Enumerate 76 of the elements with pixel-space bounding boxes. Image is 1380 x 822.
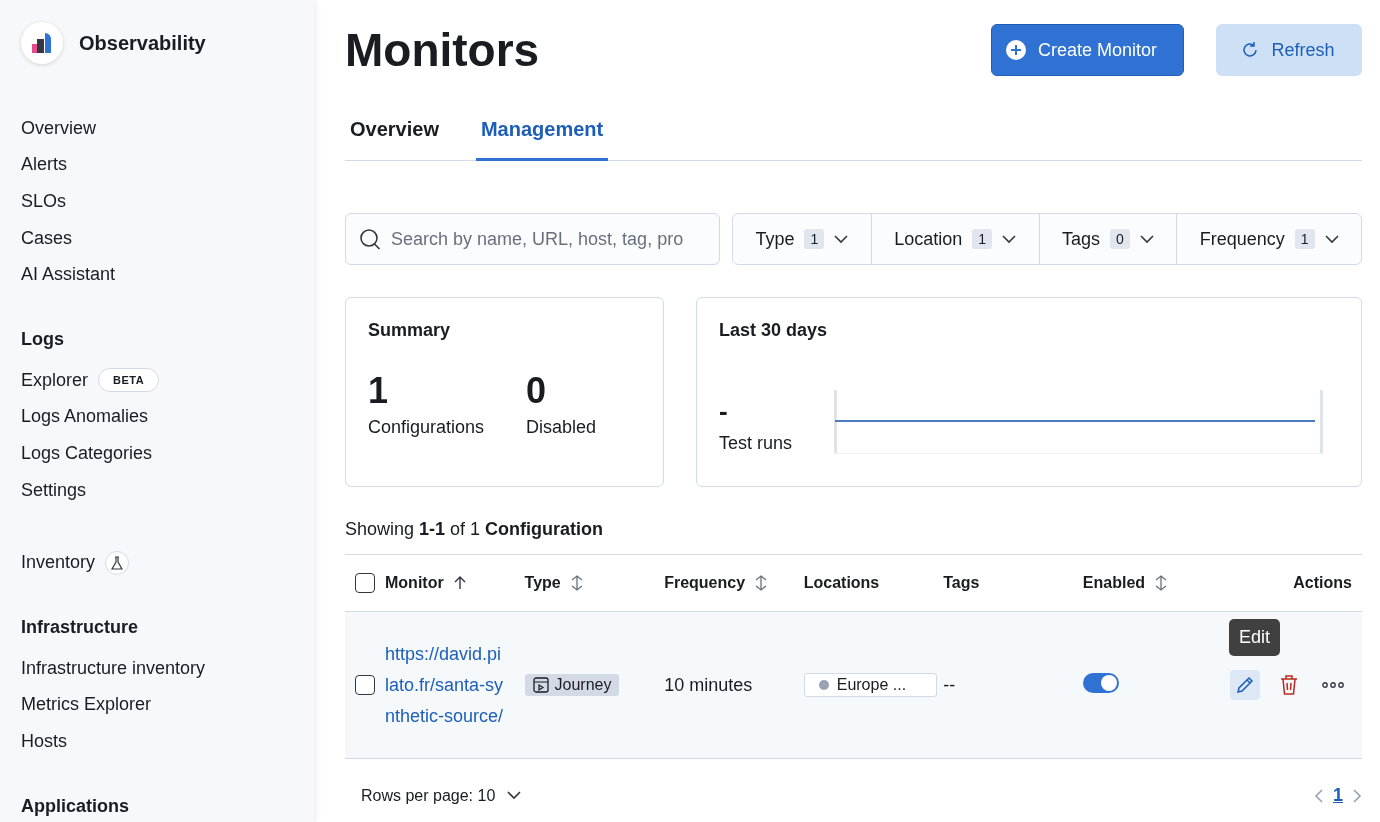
filter-dropdown[interactable]: Frequency 1 <box>1176 214 1361 264</box>
nav-section-title: Applications <box>21 795 130 817</box>
chevron-down-icon <box>1139 234 1154 244</box>
page-link[interactable]: 1 <box>1333 785 1343 806</box>
tab[interactable]: Management <box>475 100 609 161</box>
results-count: Showing 1-1 of 1 Configuration <box>345 519 605 540</box>
sort-icon[interactable] <box>1155 575 1168 591</box>
nav-item[interactable]: Inventory <box>21 552 96 574</box>
column-header: Tags <box>943 574 980 592</box>
filter-count: 1 <box>804 229 825 249</box>
sort-icon[interactable] <box>570 575 583 591</box>
stat-label: Configurations <box>368 416 486 438</box>
location-badge: Europe ... <box>803 673 938 697</box>
stat-value: 1 <box>368 371 390 411</box>
tags-cell-text: -- <box>943 674 957 696</box>
select-all-checkbox[interactable] <box>355 573 375 593</box>
plus-circle-icon <box>1006 40 1026 60</box>
chevron-right-icon[interactable] <box>1353 788 1362 803</box>
row-checkbox[interactable] <box>355 675 375 695</box>
browser-icon <box>532 676 549 693</box>
nav-item[interactable]: Cases <box>21 227 73 249</box>
column-header: Locations <box>803 574 880 592</box>
rows-per-page-dropdown[interactable]: Rows per page: 10 <box>355 785 528 806</box>
column-header[interactable]: Type <box>524 574 561 592</box>
pencil-icon[interactable] <box>1230 670 1260 700</box>
card-title: Summary <box>368 320 452 341</box>
refresh-icon <box>1241 41 1260 59</box>
chevron-down-icon <box>1002 234 1017 244</box>
nav-section-title: Infrastructure <box>21 616 140 638</box>
tab[interactable]: Overview <box>345 100 444 161</box>
nav-item[interactable]: Overview <box>21 117 96 139</box>
nav-item[interactable]: AI Assistant <box>21 264 116 286</box>
chevron-down-icon <box>507 791 522 800</box>
column-header: Actions <box>1293 574 1352 592</box>
chevron-down-icon <box>834 234 849 244</box>
filter-count: 1 <box>1294 229 1315 249</box>
card-title: Last 30 days <box>719 320 829 341</box>
sort-ascending-icon[interactable] <box>453 576 466 590</box>
nav-item[interactable]: Alerts <box>21 154 67 176</box>
stat-label: Disabled <box>526 416 598 438</box>
tooltip: Edit <box>1228 619 1280 656</box>
type-badge: Journey <box>524 673 620 696</box>
nav-item[interactable]: Infrastructure inventory <box>21 657 206 679</box>
nav-item[interactable]: Explorer <box>21 369 89 391</box>
create-monitor-button[interactable]: Create Monitor <box>991 24 1184 76</box>
nav-item[interactable]: Logs Anomalies <box>21 406 149 428</box>
enabled-toggle[interactable] <box>1082 673 1119 693</box>
flask-icon <box>105 550 130 575</box>
frequency-cell-text: 10 minutes <box>664 674 754 696</box>
nav-item[interactable]: Logs Categories <box>21 442 153 464</box>
nav-item[interactable]: Settings <box>21 479 87 501</box>
stat-value: - <box>719 396 729 427</box>
sort-icon[interactable] <box>755 575 768 591</box>
nav-item[interactable]: SLOs <box>21 191 67 212</box>
column-header[interactable]: Monitor <box>385 574 444 592</box>
page-title: Monitors <box>345 23 540 77</box>
filter-count: 1 <box>972 229 993 249</box>
chevron-down-icon <box>1324 234 1339 244</box>
filter-dropdown[interactable]: Location 1 <box>870 214 1039 264</box>
monitor-link[interactable]: https://david.pilato.fr/santa-synthetic-source/ <box>385 638 505 732</box>
column-header[interactable]: Frequency <box>664 574 746 592</box>
nav-section-title: Logs <box>21 328 65 350</box>
nav-item[interactable]: Metrics Explorer <box>21 694 152 716</box>
search-field[interactable]: Search by name, URL, host, tag, pro <box>345 213 720 265</box>
filter-count: 0 <box>1110 229 1130 249</box>
filter-dropdown[interactable]: Tags 0 <box>1038 214 1177 264</box>
app-title: Observability <box>79 31 206 55</box>
stat-value: 0 <box>526 371 548 411</box>
column-header[interactable]: Enabled <box>1082 574 1146 592</box>
chevron-left-icon[interactable] <box>1314 788 1323 803</box>
filter-dropdown[interactable]: Type 1 <box>733 214 871 264</box>
nav-item[interactable]: Hosts <box>21 730 67 752</box>
beta-badge: BETA <box>98 368 160 393</box>
refresh-button[interactable]: Refresh <box>1216 24 1362 76</box>
stat-label: Test runs <box>719 433 793 454</box>
app-logo <box>21 22 63 64</box>
